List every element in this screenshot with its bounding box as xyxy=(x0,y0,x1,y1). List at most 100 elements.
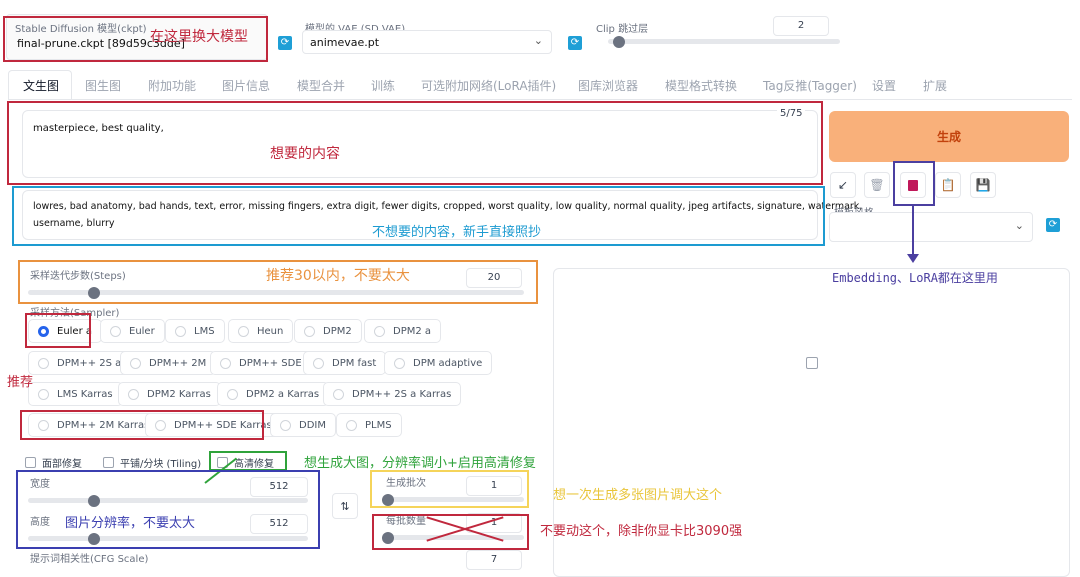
sampler-option[interactable]: DPM++ SDE xyxy=(210,351,312,375)
generate-label: 生成 xyxy=(936,130,961,144)
generate-button[interactable]: 生成 xyxy=(829,111,1069,162)
sampler-option[interactable]: DPM2 a xyxy=(364,319,442,343)
refresh-ckpt-icon[interactable]: ⟳ xyxy=(278,36,292,50)
arrow-head-icon xyxy=(907,254,919,263)
tab-merge[interactable]: 模型合并 xyxy=(297,77,345,94)
radio-icon xyxy=(374,325,385,337)
sampler-option[interactable]: DPM++ 2M xyxy=(120,351,217,375)
radio-icon xyxy=(38,357,49,369)
tiling-label: 平铺/分块 (Tiling) xyxy=(120,459,202,470)
tab-txt2img[interactable]: 文生图 xyxy=(23,77,59,94)
sampler-option[interactable]: DPM2 Karras xyxy=(118,382,221,406)
sampler-option-label: DPM fast xyxy=(332,357,377,369)
radio-icon xyxy=(333,388,344,400)
swap-dimensions-icon[interactable]: ⇅ xyxy=(332,493,358,519)
tab-divider xyxy=(8,99,1072,100)
sampler-option[interactable]: DDIM xyxy=(270,413,336,437)
annotation-hires: 想生成大图，分辨率调小+启用高清修复 xyxy=(304,456,536,471)
refresh-style-icon[interactable]: ⟳ xyxy=(1046,218,1060,232)
radio-icon xyxy=(394,357,405,369)
sampler-option-label: DDIM xyxy=(299,419,326,431)
tab-tagger[interactable]: Tag反推(Tagger) xyxy=(763,77,857,94)
radio-icon xyxy=(110,325,121,337)
annotation-prompt: 想要的内容 xyxy=(270,146,340,162)
annotation-resolution: 图片分辨率，不要太大 xyxy=(65,516,196,531)
tab-img2img[interactable]: 图生图 xyxy=(85,77,121,94)
tab-png-info[interactable]: 图片信息 xyxy=(222,77,270,94)
sampler-option[interactable]: LMS xyxy=(165,319,225,343)
paste-icon[interactable]: ↙ xyxy=(830,172,856,198)
style-dropdown[interactable]: ⌄ xyxy=(829,212,1033,242)
radio-icon xyxy=(220,357,231,369)
radio-icon xyxy=(227,388,238,400)
tab-train[interactable]: 训练 xyxy=(371,77,395,94)
radio-icon xyxy=(130,357,141,369)
tab-settings[interactable]: 设置 xyxy=(872,77,896,94)
clipboard-icon[interactable]: 📋 xyxy=(935,172,961,198)
vae-value: animevae.pt xyxy=(310,36,380,49)
checkbox-icon xyxy=(103,457,114,468)
cfg-label: 提示词相关性(CFG Scale) xyxy=(30,554,149,565)
annotation-box-resolution xyxy=(16,470,320,549)
annotation-model: 在这里换大模型 xyxy=(150,29,248,45)
sampler-option[interactable]: Heun xyxy=(228,319,294,343)
sampler-option-label: DPM2 Karras xyxy=(147,388,211,400)
annotation-recommend: 推荐 xyxy=(7,375,34,390)
sampler-option[interactable]: DPM adaptive xyxy=(384,351,493,375)
radio-icon xyxy=(280,419,291,431)
annotation-box-euler-a xyxy=(25,313,91,348)
chevron-down-icon: ⌄ xyxy=(1014,219,1024,232)
annotation-negative: 不想要的内容，新手直接照抄 xyxy=(372,225,542,240)
save-style-icon[interactable]: 💾 xyxy=(970,172,996,198)
sampler-option-label: DPM2 a xyxy=(393,325,432,337)
radio-icon xyxy=(128,388,139,400)
annotation-steps: 推荐30以内，不要太大 xyxy=(266,268,410,284)
tab-gallery[interactable]: 图库浏览器 xyxy=(578,77,638,94)
vae-dropdown[interactable]: animevae.pt ⌄ xyxy=(302,30,552,54)
annotation-embedding: Embedding、LoRA都在这里用 xyxy=(832,271,998,285)
image-placeholder-icon xyxy=(806,357,818,369)
sampler-option-label: DPM2 a Karras xyxy=(246,388,320,400)
sampler-option[interactable]: Euler xyxy=(100,319,165,343)
sampler-option-label: DPM++ 2M xyxy=(149,357,207,369)
checkbox-icon xyxy=(25,457,36,468)
chevron-down-icon: ⌄ xyxy=(533,34,543,47)
sampler-option[interactable]: DPM fast xyxy=(303,351,387,375)
sampler-option[interactable]: PLMS xyxy=(336,413,402,437)
face-restore-checkbox[interactable]: 面部修复 xyxy=(25,455,82,470)
sampler-option-label: Euler xyxy=(129,325,155,337)
sampler-option[interactable]: DPM++ 2S a Karras xyxy=(323,382,462,406)
cfg-input[interactable]: 7 xyxy=(466,550,522,570)
annotation-box-prompt xyxy=(7,101,823,185)
trash-icon[interactable]: 🗑 xyxy=(864,172,890,198)
sampler-option[interactable]: DPM++ 2S a xyxy=(28,351,132,375)
annotation-batch-size: 不要动这个，除非你显卡比3090强 xyxy=(540,524,743,539)
sampler-option-label: DPM2 xyxy=(323,325,352,337)
clip-slider-thumb[interactable] xyxy=(613,36,625,48)
clip-slider-track[interactable] xyxy=(608,39,840,44)
tab-strip: 文生图 图生图 附加功能 图片信息 模型合并 训练 可选附加网络(LoRA插件)… xyxy=(8,70,1080,100)
annotation-box-batch-count xyxy=(370,470,529,508)
arrow-down-icon xyxy=(912,206,914,256)
tab-convert[interactable]: 模型格式转换 xyxy=(665,77,737,94)
radio-icon xyxy=(238,325,249,337)
sampler-option[interactable]: DPM2 xyxy=(294,319,362,343)
clip-label: Clip 跳过层 xyxy=(596,24,649,35)
radio-icon xyxy=(38,388,49,400)
sampler-option-label: DPM++ 2S a Karras xyxy=(352,388,452,400)
sampler-option-label: LMS Karras xyxy=(57,388,113,400)
tab-extensions[interactable]: 扩展 xyxy=(923,77,947,94)
tab-additional-networks[interactable]: 可选附加网络(LoRA插件) xyxy=(421,77,556,94)
refresh-vae-icon[interactable]: ⟳ xyxy=(568,36,582,50)
tab-extras[interactable]: 附加功能 xyxy=(148,77,196,94)
sampler-option[interactable]: DPM2 a Karras xyxy=(217,382,330,406)
sampler-option-label: DPM adaptive xyxy=(413,357,483,369)
sampler-option-label: PLMS xyxy=(365,419,392,431)
radio-icon xyxy=(313,357,324,369)
clip-input[interactable]: 2 xyxy=(773,16,829,36)
tiling-checkbox[interactable]: 平铺/分块 (Tiling) xyxy=(103,455,201,470)
annotation-batch-count: 想一次生成多张图片调大这个 xyxy=(553,488,723,503)
sampler-option[interactable]: LMS Karras xyxy=(28,382,123,406)
face-restore-label: 面部修复 xyxy=(42,459,82,470)
radio-icon xyxy=(346,419,357,431)
